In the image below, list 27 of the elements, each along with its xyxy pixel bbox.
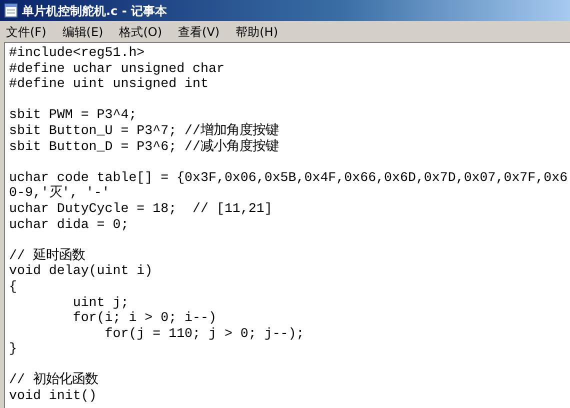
menu-item[interactable]: 文件(F) <box>6 22 46 40</box>
code-line: void delay(uint i) <box>9 263 154 279</box>
menu-item[interactable]: 格式(O) <box>119 22 162 40</box>
code-line: #include<reg51.h> <box>9 45 146 61</box>
code-line: uchar code table[] = {0x3F,0x06,0x5B,0x4F,0x66,0x6D,0x7D,0x07,0x7F,0x6 <box>9 170 569 186</box>
code-line: sbit PWM = P3^4; <box>9 107 138 123</box>
menu-item[interactable]: 帮助(H) <box>236 22 278 40</box>
text-editor[interactable] <box>4 42 570 408</box>
window-title: 单片机控制舵机.c - 记事本 <box>22 2 168 20</box>
code-line: { <box>9 278 18 294</box>
code-line: for(i; i > 0; i--) <box>72 310 218 326</box>
code-line: // 初始化函数 <box>9 372 99 388</box>
code-line: void init() <box>9 388 98 404</box>
code-line: uchar dida = 0; <box>9 216 130 232</box>
code-line: } <box>9 341 18 357</box>
code-line: for(j = 110; j > 0; j--); <box>104 326 306 342</box>
code-line: sbit Button_D = P3^6; //减小角度按键 <box>9 138 280 154</box>
code-line: uchar DutyCycle = 18; // [11,21] <box>9 200 274 217</box>
code-line: // 延时函数 <box>9 248 86 264</box>
code-line: #define uchar unsigned char <box>9 60 226 76</box>
code-line: sbit Button_U = P3^7; //增加角度按键 <box>9 122 280 138</box>
code-line: #define uint unsigned int <box>9 76 210 92</box>
menu-item[interactable]: 编辑(E) <box>62 22 104 40</box>
code-line: uint j; <box>72 294 130 310</box>
notepad-icon <box>4 3 18 18</box>
code-line: 0-9,'灭', '-' <box>9 185 111 201</box>
menu-item[interactable]: 查看(V) <box>178 22 220 40</box>
